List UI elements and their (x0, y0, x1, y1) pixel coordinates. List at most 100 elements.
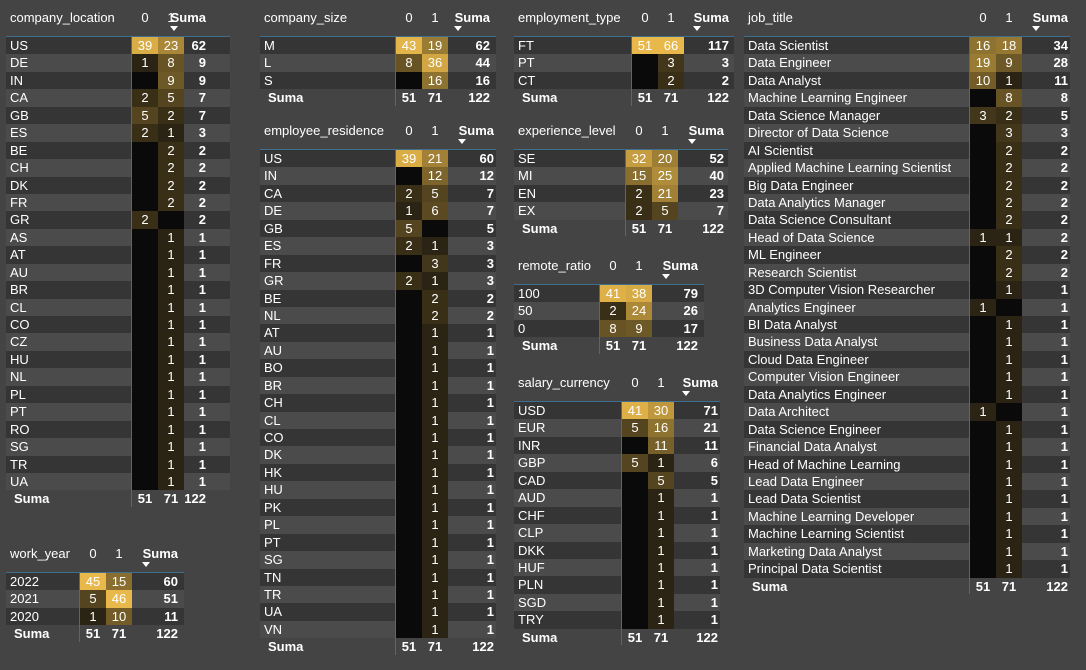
grand-total: 122 (156, 626, 178, 642)
row-label: Data Science Manager (748, 107, 881, 123)
total-row: Suma 51 71 122 (6, 490, 230, 507)
total-column-header[interactable]: Suma (160, 11, 206, 25)
row-label: BE (10, 142, 28, 158)
cell-col-1: 1 (996, 490, 1022, 508)
row-label: PLN (518, 577, 544, 593)
cell-col-0 (132, 159, 158, 177)
row-label: IN (10, 72, 23, 88)
total-column-header[interactable]: Suma (448, 124, 494, 138)
row-label: SGD (518, 594, 547, 610)
table-row: FT 51 66 117 (514, 37, 734, 55)
total-column-header[interactable]: Suma (652, 259, 698, 273)
cell-col-1: 1 (996, 316, 1022, 334)
sort-desc-icon[interactable] (454, 26, 462, 31)
row-label: BO (264, 360, 283, 376)
table-row: PT 1 1 (6, 403, 230, 421)
sort-desc-icon[interactable] (688, 139, 696, 144)
row-header-divider (631, 36, 632, 106)
row-label: VN (264, 621, 283, 637)
row-label: CZ (10, 334, 28, 350)
sort-desc-icon[interactable] (170, 26, 178, 31)
total-row-label: Suma (14, 491, 50, 507)
row-label: AI Scientist (748, 142, 814, 158)
table-row: ES 2 1 3 (6, 124, 230, 142)
row-label: DK (264, 447, 283, 463)
total-column-header[interactable]: Suma (678, 124, 724, 138)
cell-col-0: 1 (132, 54, 158, 72)
cell-col-1: 1 (422, 551, 448, 569)
table-row: Cloud Data Engineer 1 1 (744, 350, 1070, 369)
cell-col-0: 2 (396, 272, 422, 290)
row-total: 1 (198, 334, 206, 350)
table-row: Head of Data Science 1 1 2 (744, 228, 1070, 247)
cell-col-0 (396, 533, 422, 552)
cell-col-1: 1 (422, 429, 448, 447)
sort-desc-icon[interactable] (693, 26, 701, 31)
table-row: 50 2 24 26 (514, 302, 704, 320)
table-row: CH 2 2 (6, 159, 230, 177)
table-row: BE 2 2 (260, 289, 496, 307)
row-label: ML Engineer (748, 247, 822, 263)
row-total: 52 (709, 151, 724, 166)
cell-col-1: 3 (422, 254, 448, 273)
row-total: 1 (1060, 404, 1068, 420)
total-row: Suma 51 71 122 (6, 625, 184, 642)
total-column-header[interactable]: Suma (132, 547, 178, 561)
total-col-1: 71 (663, 90, 679, 106)
row-label: CH (264, 395, 283, 411)
sort-desc-icon[interactable] (1032, 26, 1040, 31)
sort-desc-icon[interactable] (142, 562, 150, 567)
row-label: BR (264, 377, 283, 393)
cell-col-1: 1 (648, 576, 674, 594)
row-label: CO (264, 430, 284, 445)
total-column-header[interactable]: Suma (1022, 11, 1068, 25)
row-total: 7 (716, 203, 724, 219)
row-total: 1 (198, 473, 206, 489)
table-row: Lead Data Scientist 1 1 (744, 490, 1070, 508)
table-row: UA 1 1 (260, 603, 496, 621)
cell-col-0 (396, 446, 422, 464)
total-column-header[interactable]: Suma (672, 376, 718, 390)
table-row: UA 1 1 (6, 472, 230, 491)
column-header-1: 1 (115, 546, 123, 561)
pivot-header: job_title 0 1 Suma (744, 0, 1070, 37)
cell-col-0 (396, 71, 422, 90)
cell-col-0 (622, 541, 648, 559)
sort-desc-icon[interactable] (682, 391, 690, 396)
row-total: 7 (198, 107, 206, 123)
table-row: US 39 21 60 (260, 150, 496, 168)
cell-col-1: 1 (422, 376, 448, 395)
row-label: PL (264, 517, 280, 533)
total-column-header[interactable]: Suma (683, 11, 729, 25)
cell-col-0 (970, 455, 996, 473)
column-header-0: 0 (979, 10, 987, 25)
row-label: FR (264, 255, 282, 271)
cell-col-0 (396, 585, 422, 604)
sort-desc-icon[interactable] (458, 139, 466, 144)
cell-col-0 (622, 471, 648, 490)
table-row: Data Analytics Engineer 1 1 (744, 385, 1070, 404)
cell-col-1: 2 (996, 211, 1022, 229)
row-label: PL (10, 386, 26, 402)
table-row: VN 1 1 (260, 620, 496, 639)
cell-col-1: 1 (996, 420, 1022, 439)
table-row: ES 2 1 3 (260, 237, 496, 255)
cell-col-0: 5 (622, 419, 648, 437)
table-row: 3D Computer Vision Researcher 1 1 (744, 281, 1070, 299)
row-label: US (264, 151, 283, 166)
cell-col-0: 51 (632, 37, 658, 55)
row-total: 1 (486, 464, 494, 480)
table-row: GBP 5 1 6 (514, 454, 720, 472)
cell-col-1: 2 (996, 193, 1022, 212)
cell-col-1: 1 (422, 463, 448, 482)
total-row-label: Suma (522, 220, 558, 236)
cell-col-1: 1 (422, 498, 448, 517)
table-row: GR 2 1 3 (260, 272, 496, 290)
pivot-salary-currency: salary_currency 0 1 Suma USD 41 30 71 EUR 5 16 21 IN… (514, 365, 720, 646)
cell-col-0 (970, 490, 996, 508)
sort-desc-icon[interactable] (662, 274, 670, 279)
cell-col-0: 41 (600, 285, 626, 303)
total-column-header[interactable]: Suma (444, 11, 490, 25)
table-row: BE 2 2 (6, 141, 230, 160)
cell-col-1: 5 (652, 202, 678, 220)
